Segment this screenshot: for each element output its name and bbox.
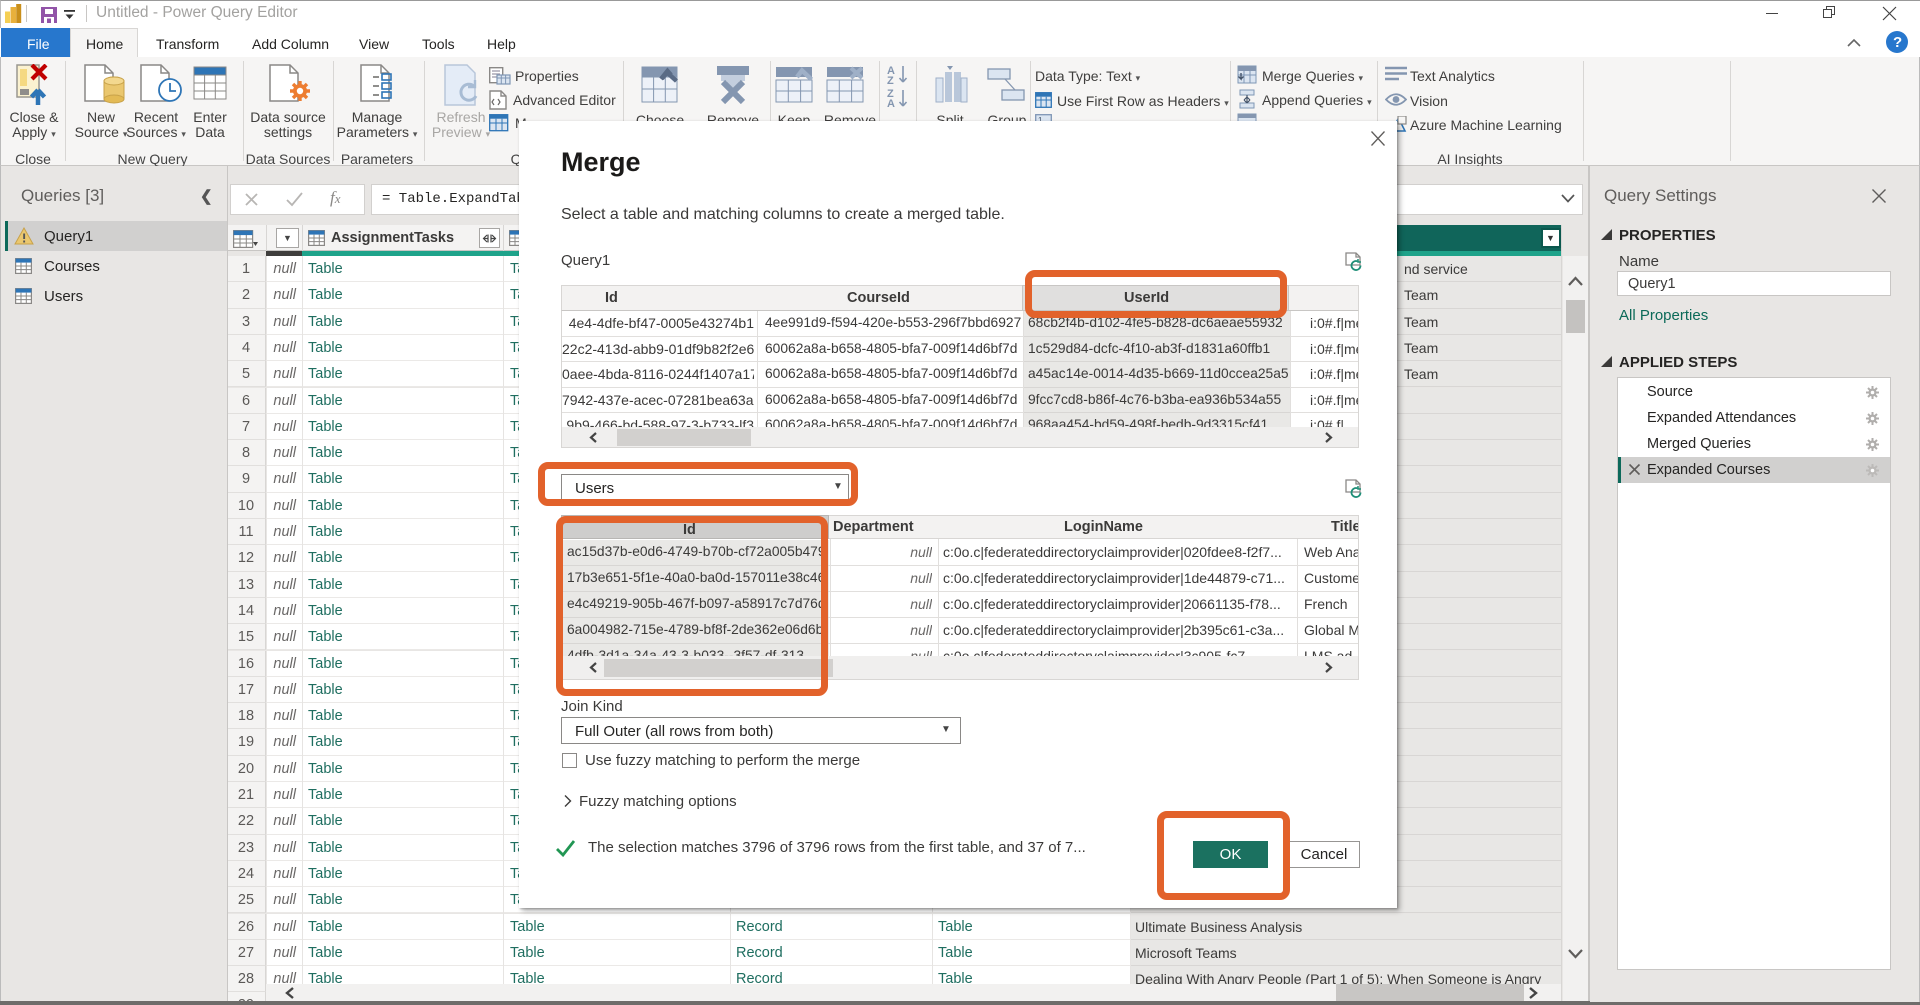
svg-text:Z: Z [887,75,894,87]
svg-text:A: A [887,98,895,110]
